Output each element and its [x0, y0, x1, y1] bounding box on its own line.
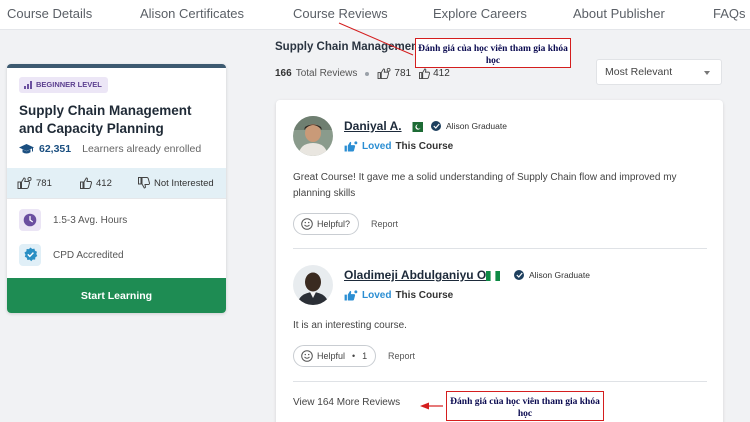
graduate-badge: Alison Graduate: [431, 121, 507, 131]
thumbs-up-icon: [80, 177, 92, 189]
sort-select[interactable]: Most Relevant: [596, 59, 722, 85]
review-text: It is an interesting course.: [293, 320, 407, 331]
helpful-button[interactable]: Helpful • 1: [293, 345, 377, 367]
reviewer-name[interactable]: Daniyal A.: [344, 119, 402, 133]
reviews-likes-count: 781: [394, 68, 412, 79]
reviews-summary: 166 Total Reviews 781 412: [275, 68, 458, 79]
smiley-icon: [301, 350, 313, 362]
helpful-count: 1: [362, 351, 368, 361]
smiley-icon: [301, 218, 313, 230]
sort-selected-value: Most Relevant: [605, 66, 673, 78]
nav-alison-certificates[interactable]: Alison Certificates: [140, 6, 244, 21]
thumbs-up-count: 412: [96, 177, 112, 189]
clock-icon: [23, 213, 37, 227]
avatar: [293, 116, 333, 156]
nav-about-publisher[interactable]: About Publisher: [573, 6, 665, 21]
card-accent-bar: [7, 64, 226, 68]
enrolled-row: 62,351 Learners already enrolled: [19, 143, 201, 155]
loved-course-tag: Loved This Course: [344, 141, 453, 152]
certificate-badge-icon: [23, 247, 37, 262]
loved-label: Loved: [362, 290, 392, 301]
loved-suffix: This Course: [395, 141, 454, 152]
helpful-separator-dot: •: [352, 351, 356, 361]
avatar: [293, 265, 333, 305]
nav-faqs[interactable]: FAQs: [713, 6, 746, 21]
top-nav: Course Details Alison Certificates Cours…: [0, 0, 750, 30]
course-card: BEGINNER LEVEL Supply Chain Management a…: [7, 64, 226, 313]
likes-count: 781: [36, 177, 52, 189]
nav-course-reviews[interactable]: Course Reviews: [293, 6, 388, 21]
level-bars-icon: [24, 81, 32, 89]
nav-course-details[interactable]: Course Details: [7, 6, 92, 21]
loved-suffix: This Course: [395, 290, 454, 301]
report-link[interactable]: Report: [371, 219, 398, 229]
thumbs-up-group-icon: [344, 141, 358, 152]
thumbs-down-icon: [138, 177, 150, 189]
accreditation-row: CPD Accredited: [19, 244, 124, 266]
helpful-button[interactable]: Helpful?: [293, 213, 360, 235]
verified-check-icon: [431, 121, 441, 131]
course-title: Supply Chain Management and Capacity Pla…: [19, 103, 192, 136]
enrolled-count: 62,351: [39, 143, 72, 155]
reviews-panel: Daniyal A. Alison Graduate Loved This Co…: [276, 100, 723, 422]
reviewer-name[interactable]: Oladimeji Abdulganiyu O.: [344, 268, 490, 282]
enrolled-label: Learners already enrolled: [82, 143, 202, 155]
graduation-cap-icon: [19, 143, 34, 153]
total-reviews-count: 166: [275, 68, 292, 79]
review-divider: [293, 248, 707, 249]
view-more-reviews-link[interactable]: View 164 More Reviews: [293, 397, 400, 408]
thumbs-up-group-icon: [344, 290, 358, 301]
annotation-bottom: Đánh giá của học viên tham gia khóa học: [446, 391, 604, 421]
helpful-label: Helpful: [317, 351, 346, 361]
thumbs-up-stat[interactable]: 412: [80, 177, 112, 189]
cpd-icon-box: [19, 244, 41, 266]
loved-course-tag: Loved This Course: [344, 290, 453, 301]
reviews-thumbs-up: 412: [419, 68, 450, 79]
card-divider: [7, 198, 226, 199]
hours-label: 1.5-3 Avg. Hours: [53, 214, 128, 226]
accreditation-label: CPD Accredited: [53, 249, 124, 261]
graduate-label: Alison Graduate: [529, 270, 590, 280]
likes-stat[interactable]: 781: [17, 177, 52, 189]
review-divider: [293, 381, 707, 382]
nav-explore-careers[interactable]: Explore Careers: [433, 6, 527, 21]
total-reviews-label: Total Reviews: [295, 68, 358, 79]
not-interested-label: Not Interested: [154, 177, 214, 189]
graduate-badge: Alison Graduate: [514, 270, 590, 280]
reviews-course-title: Supply Chain Management and Capacity Pla…: [275, 41, 420, 53]
report-link[interactable]: Report: [388, 351, 415, 361]
loved-label: Loved: [362, 141, 392, 152]
chevron-down-icon: [704, 71, 710, 75]
thumbs-up-group-icon: [17, 177, 32, 189]
level-badge: BEGINNER LEVEL: [19, 77, 108, 93]
pakistan-flag-icon: [409, 122, 423, 132]
level-badge-label: BEGINNER LEVEL: [36, 80, 102, 89]
nigeria-flag-icon: [486, 271, 500, 281]
thumbs-up-group-icon: [377, 68, 391, 79]
graduate-label: Alison Graduate: [446, 121, 507, 131]
not-interested-stat[interactable]: Not Interested: [138, 177, 214, 189]
separator-dot: [365, 71, 370, 76]
helpful-label: Helpful?: [317, 219, 351, 229]
verified-check-icon: [514, 270, 524, 280]
thumbs-up-icon: [419, 68, 431, 79]
reviews-thumbs-up-count: 412: [433, 68, 450, 79]
clock-icon-box: [19, 209, 41, 231]
review-text: Great Course! It gave me a solid underst…: [293, 172, 677, 199]
course-stats-band: 781 412 Not Interested: [7, 168, 226, 198]
start-learning-button[interactable]: Start Learning: [7, 278, 226, 313]
reviews-likes: 781: [377, 68, 411, 79]
hours-row: 1.5-3 Avg. Hours: [19, 209, 127, 231]
annotation-top: Đánh giá của học viên tham gia khóa học: [415, 38, 571, 68]
